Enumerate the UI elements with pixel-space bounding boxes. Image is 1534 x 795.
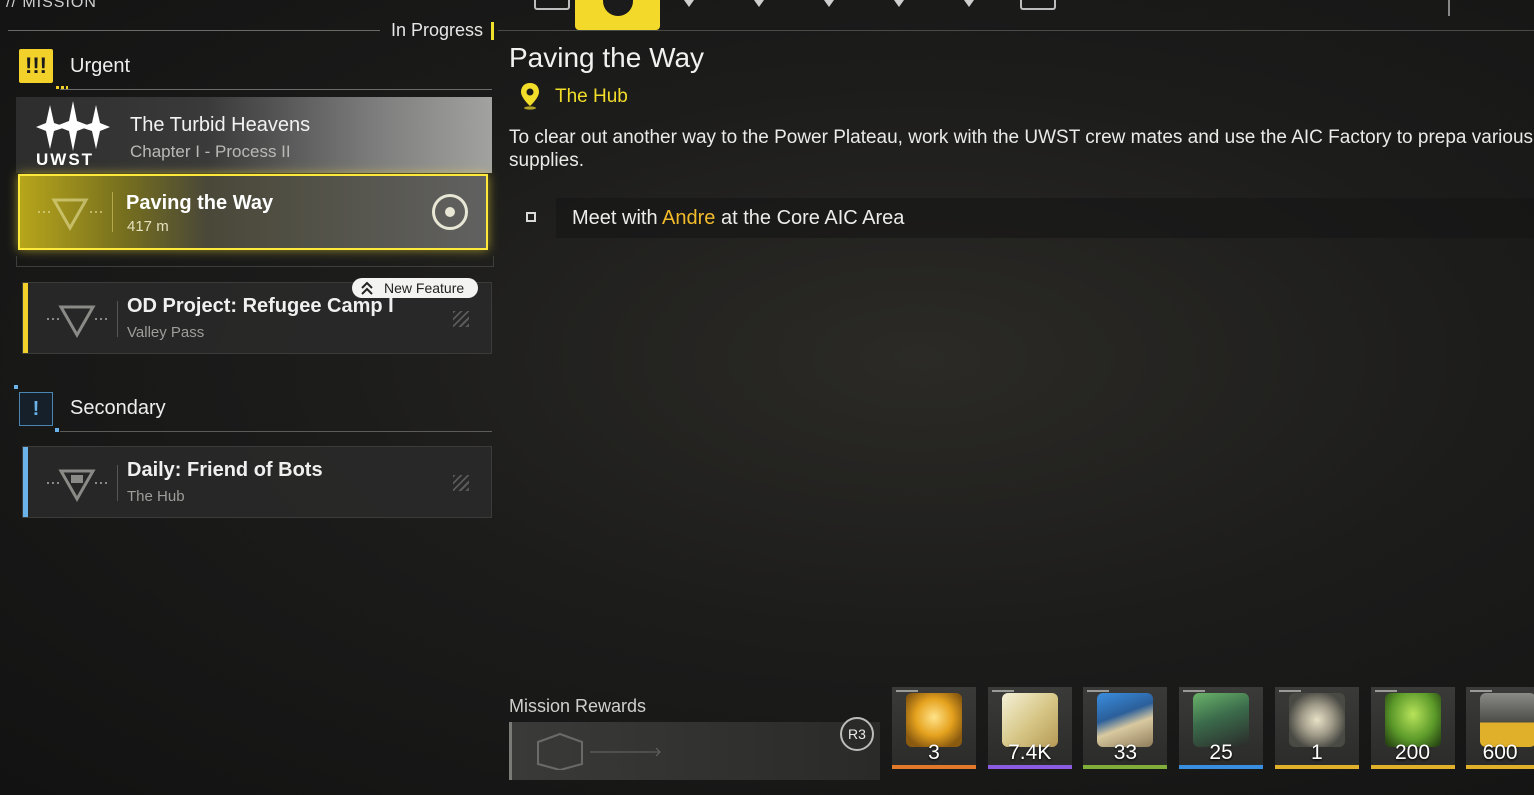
tab-filter-1[interactable] (684, 0, 694, 7)
reward-rarity-bar (1370, 765, 1455, 769)
card-divider (112, 192, 113, 232)
chapter-subtitle: Chapter I - Process II (130, 142, 291, 161)
reward-count: 3 (928, 741, 940, 764)
gold-crystal-icon (906, 693, 962, 747)
faction-name: UWST (36, 150, 95, 169)
section-marker (14, 385, 18, 389)
r3-button-hint[interactable]: R3 (840, 717, 874, 751)
mission-emblem-icon (47, 469, 107, 503)
card-divider (117, 301, 118, 337)
detail-title: Paving the Way (509, 42, 705, 73)
status-filter-label[interactable]: In Progress (391, 20, 483, 41)
mission-emblem-icon (47, 305, 107, 339)
section-secondary-dot (55, 428, 59, 432)
top-bar: // MISSION (0, 0, 1534, 34)
reward-count: 1 (1310, 741, 1323, 764)
chapter-title: The Turbid Heavens (130, 114, 311, 136)
objective-suffix: at the Core AIC Area (715, 207, 905, 229)
reward-count: 25 (1209, 741, 1233, 764)
reward-rarity-bar (892, 765, 976, 769)
tab-filter-2[interactable] (754, 0, 764, 7)
exp-record-icon (1097, 693, 1154, 747)
detail-top-divider (498, 30, 1534, 31)
header-divider (8, 30, 380, 31)
tab-filter-3[interactable] (824, 0, 834, 7)
section-urgent-label: Urgent (70, 55, 131, 77)
reward-item[interactable]: 33 (1083, 687, 1168, 769)
rewards-label: Mission Rewards (509, 696, 647, 716)
reward-rarity-bar (1274, 765, 1359, 769)
mission-emblem-icon (38, 198, 102, 232)
reward-tier-mark (991, 690, 1014, 692)
screen-title: // MISSION (6, 0, 97, 11)
section-secondary-label: Secondary (70, 397, 166, 419)
card-bracket (16, 256, 494, 267)
reward-rarity-bar (1466, 765, 1534, 769)
reward-rarity-bar (1083, 765, 1168, 769)
reward-count: 600 (1482, 741, 1518, 764)
section-secondary-divider (60, 431, 492, 432)
reward-item[interactable]: 7.4K (987, 687, 1072, 769)
reward-item[interactable]: 600 (1466, 687, 1534, 769)
tab-next[interactable] (1020, 0, 1056, 10)
mission-title: OD Project: Refugee Camp I (127, 295, 394, 317)
card-divider (117, 465, 118, 501)
reward-item[interactable]: 200 (1370, 687, 1455, 769)
mission-distance: 417 m (127, 218, 169, 235)
tab-all[interactable] (575, 0, 660, 30)
reward-item[interactable]: 25 (1179, 687, 1264, 769)
exp-icon (1480, 693, 1534, 747)
status-filter-marker (491, 22, 494, 40)
objective-text: Meet with Andre at the Core AIC Area (572, 207, 904, 230)
reward-tier-mark (896, 690, 918, 692)
reward-rarity-bar (987, 765, 1072, 769)
tab-all-marker (603, 0, 633, 16)
urgent-accent-bar (23, 283, 28, 353)
reward-tier-mark (1087, 690, 1110, 692)
track-mission-icon[interactable] (432, 194, 468, 230)
mission-location: Valley Pass (127, 324, 205, 341)
mission-title: Daily: Friend of Bots (127, 459, 323, 481)
hatch-icon (453, 311, 469, 327)
reward-tier-mark (1278, 690, 1301, 692)
reward-count: 7.4K (1008, 741, 1052, 764)
hatch-icon (453, 475, 469, 491)
double-chevron-up-icon (361, 281, 373, 295)
gear-component-icon (1288, 693, 1345, 747)
objective-npc-name: Andre (662, 207, 716, 229)
mission-location: The Hub (127, 488, 185, 505)
tab-filter-5[interactable] (964, 0, 974, 7)
reward-count: 33 (1113, 741, 1138, 764)
device-kit-icon (1193, 693, 1250, 747)
track-dot (445, 207, 455, 217)
reward-item[interactable]: 1 (1274, 687, 1359, 769)
reward-item[interactable]: 3 (892, 687, 976, 769)
reward-tier-mark (1183, 690, 1206, 692)
mission-title: Paving the Way (126, 192, 274, 214)
objective-checkbox-icon (526, 212, 536, 222)
detail-location: The Hub (555, 86, 628, 107)
objective-prefix: Meet with (572, 207, 663, 229)
secondary-accent-bar (23, 447, 28, 517)
detail-description: To clear out another way to the Power Pl… (509, 127, 1534, 171)
reward-count: 200 (1394, 741, 1431, 764)
triple-exclamation-icon: !!! (19, 49, 53, 83)
region-badge-icon (1384, 693, 1441, 747)
currency-notes-icon (1001, 693, 1058, 747)
reward-rarity-bar (1179, 765, 1264, 769)
exclamation-icon: ! (19, 392, 53, 426)
location-pin-icon (521, 83, 539, 110)
top-right-divider (1448, 0, 1450, 16)
crate-icon (537, 732, 661, 770)
mission-card-daily[interactable]: Daily: Friend of Bots The Hub (22, 446, 492, 518)
reward-tier-mark (1374, 690, 1397, 692)
tab-filter-4[interactable] (894, 0, 904, 7)
reward-tier-mark (1470, 690, 1493, 692)
tab-previous[interactable] (534, 0, 570, 10)
section-urgent-dots (56, 86, 68, 89)
section-urgent-divider (60, 89, 492, 90)
